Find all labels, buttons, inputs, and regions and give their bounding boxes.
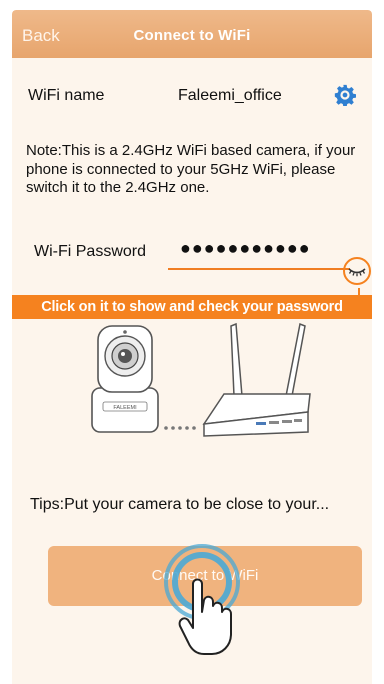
wifi-name-value: Faleemi_office: [178, 87, 282, 104]
page-title: Connect to WiFi: [133, 27, 251, 44]
password-field[interactable]: ●●●●●●●●●●●: [180, 238, 311, 259]
wifi-name-label: WiFi name: [28, 87, 105, 104]
band-note: Note:This is a 2.4GHz WiFi based camera,…: [26, 142, 356, 196]
tips-text: Tips:Put your camera to be close to your…: [30, 496, 330, 513]
wifi-name-row: WiFi name Faleemi_office: [28, 84, 356, 108]
gear-icon[interactable]: [334, 84, 356, 106]
connect-wifi-label: Connect to WiFi: [151, 567, 259, 584]
app-screen: Back Connect to WiFi WiFi name Faleemi_o…: [12, 10, 372, 684]
camera-icon: FALEEMI: [91, 325, 159, 433]
connect-wifi-button[interactable]: Connect to WiFi: [48, 546, 362, 606]
router-icon: [202, 322, 311, 437]
password-label: Wi-Fi Password: [34, 243, 147, 260]
navigation-bar: Back Connect to WiFi: [12, 10, 372, 58]
camera-brand-label: FALEEMI: [113, 405, 137, 411]
password-underline: [168, 268, 350, 270]
connection-dots: [164, 426, 196, 430]
camera-router-illustration: FALEEMI: [91, 322, 311, 437]
eye-closed-icon[interactable]: [342, 256, 372, 286]
